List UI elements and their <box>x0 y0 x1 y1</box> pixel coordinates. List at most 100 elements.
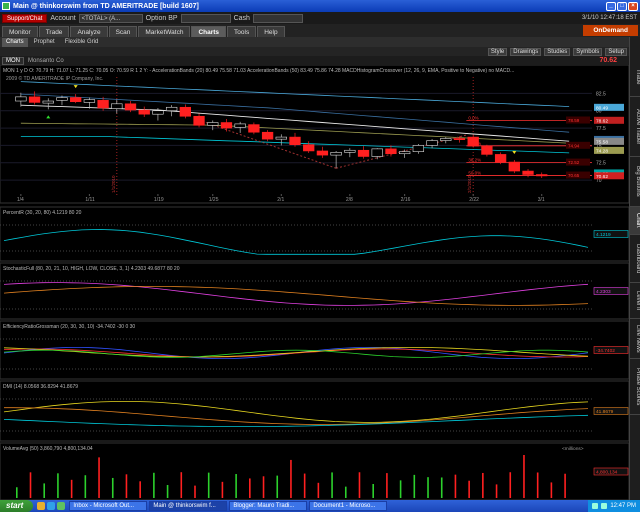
sidebar-tab-big-buttons[interactable]: Big Buttons <box>630 157 640 207</box>
tab-analyze[interactable]: Analyze <box>70 26 108 37</box>
indicator-header: DMI (14) 8.0568 36.8294 41.8679 <box>3 384 78 390</box>
volume-units: <millions> <box>562 446 584 452</box>
volume-bar <box>372 483 374 498</box>
tab-help[interactable]: Help <box>257 26 285 37</box>
chart-toolbar: Style Drawings Studies Symbols Setup <box>0 47 629 56</box>
subtab-prophet[interactable]: Prophet <box>30 38 59 47</box>
account-select[interactable]: <TOTAL> (A... <box>78 13 143 23</box>
desktop-icon[interactable] <box>57 502 66 510</box>
tray-network-icon[interactable] <box>592 503 599 509</box>
sidebar-tab-live-news[interactable]: Live News <box>630 319 640 359</box>
outlook-icon[interactable] <box>47 502 56 510</box>
volume-bar <box>276 475 279 498</box>
volume-bar <box>564 473 566 498</box>
cash-value <box>252 13 303 23</box>
candle-body <box>289 136 301 146</box>
candle-body <box>152 110 164 115</box>
volume-bar <box>70 479 73 498</box>
fib-percent-label: 0.0% <box>468 116 478 121</box>
chart-svg[interactable]: MON 1 y D O: 70.79 H: 71.07 L: 71.25 C: … <box>0 64 630 501</box>
tab-scan[interactable]: Scan <box>108 26 138 37</box>
indicator-value-label: 4,800,134 <box>596 470 618 476</box>
indicator-header: StochasticFull (80, 20, 21, 10, HIGH, LO… <box>3 266 180 272</box>
quick-launch <box>37 502 66 510</box>
symbol-input[interactable]: MON <box>2 56 24 65</box>
volume-bar <box>84 475 87 498</box>
setup-button[interactable]: Setup <box>605 47 627 56</box>
volume-bar <box>125 474 128 498</box>
start-button[interactable]: start <box>0 500 34 512</box>
datetime-display: 3/1/10 12:47:18 EST <box>581 15 637 21</box>
subtab-charts[interactable]: Charts <box>2 37 28 47</box>
sub-nav: Charts Prophet Flexible Grid <box>0 37 629 47</box>
style-button[interactable]: Style <box>487 47 508 56</box>
tray-volume-icon[interactable] <box>601 503 608 509</box>
indicator-value-label: -34.7402 <box>596 348 615 354</box>
candle-body <box>440 138 452 141</box>
volume-bar <box>166 485 169 498</box>
candle-body <box>111 103 123 109</box>
candle-body <box>330 152 342 156</box>
volume-bar <box>194 485 196 498</box>
sidebar-tab-dashboard[interactable]: Dashboard <box>630 235 640 283</box>
task-blogger[interactable]: Blogger: Mauro Tradi... <box>229 501 308 511</box>
price-tag-label: 74.28 <box>596 148 608 154</box>
maximize-button[interactable]: □ <box>617 1 627 11</box>
task-thinkorswim[interactable]: Main @ thinkorswim f... <box>149 501 228 511</box>
fib-percent-label: 38.2% <box>468 158 481 163</box>
candle-body <box>522 170 534 175</box>
date-marker-label: 1/1/2010 <box>111 175 116 193</box>
tab-monitor[interactable]: Monitor <box>2 26 38 37</box>
candle-body <box>179 106 191 117</box>
sidebar-tab-level-ii[interactable]: Level II <box>630 283 640 319</box>
symbols-button[interactable]: Symbols <box>573 47 603 56</box>
volume-bar <box>482 472 484 498</box>
last-price: 70.62 <box>599 57 617 64</box>
close-button[interactable]: × <box>628 1 638 11</box>
candle-body <box>248 124 260 133</box>
thinkorswim-app-icon <box>2 2 10 10</box>
drawings-button[interactable]: Drawings <box>510 47 542 56</box>
candle-body <box>193 115 205 126</box>
candle-body <box>70 97 82 103</box>
windows-taskbar: start Inbox - Microsoft Out... Main @ th… <box>0 500 640 512</box>
price-tag-label: 70.62 <box>596 174 608 180</box>
candle-body <box>275 136 287 140</box>
volume-bar <box>440 477 443 498</box>
date-axis-label: 1/25 <box>209 197 219 203</box>
price-tag-label: 80.49 <box>596 105 608 111</box>
clock: 12:47 PM <box>610 503 636 509</box>
chart-area[interactable]: MON 1 y D O: 70.79 H: 71.07 L: 71.25 C: … <box>0 64 630 501</box>
tab-trade[interactable]: Trade <box>38 26 70 37</box>
sidebar-tab-chart[interactable]: Chart <box>630 207 640 235</box>
tab-marketwatch[interactable]: MarketWatch <box>138 26 191 37</box>
task-outlook[interactable]: Inbox - Microsoft Out... <box>69 501 148 511</box>
candle-body <box>165 106 178 112</box>
tab-charts[interactable]: Charts <box>191 26 227 37</box>
price-tag-label: 78.62 <box>596 118 608 124</box>
candle-body <box>234 123 246 128</box>
volume-bar <box>509 472 512 498</box>
sidebar-tab-trade[interactable]: Trade <box>630 57 640 97</box>
browser-icon[interactable] <box>37 502 46 510</box>
date-axis-label: 2/8 <box>346 197 353 203</box>
copyright-text: 2009 © TD AMERITRADE IP Company, Inc. <box>6 75 103 82</box>
minimize-button[interactable]: _ <box>606 1 616 11</box>
sidebar-tab-phase-scores[interactable]: Phase Scores <box>630 359 640 415</box>
sidebar-tab-active-trader[interactable]: Active Trader <box>630 97 640 157</box>
volume-bar <box>523 455 525 498</box>
date-axis-label: 1/19 <box>154 197 164 203</box>
volume-bar <box>29 472 32 498</box>
task-word[interactable]: Document1 - Microso... <box>309 501 388 511</box>
fib-value-label: 70.65 <box>568 173 580 178</box>
studies-button[interactable]: Studies <box>544 47 571 56</box>
window-title-bar[interactable]: Main @ thinkorswim from TD AMERITRADE [b… <box>0 0 640 12</box>
price-axis-label: 77.5 <box>596 126 606 132</box>
ondemand-button[interactable]: OnDemand <box>583 25 638 36</box>
support-chat-button[interactable]: Support/Chat <box>2 13 48 23</box>
candle-body <box>426 140 438 146</box>
subtab-flexible-grid[interactable]: Flexible Grid <box>61 38 103 47</box>
candle-body <box>207 122 219 126</box>
candle-body <box>467 136 479 147</box>
tab-tools[interactable]: Tools <box>227 26 257 37</box>
